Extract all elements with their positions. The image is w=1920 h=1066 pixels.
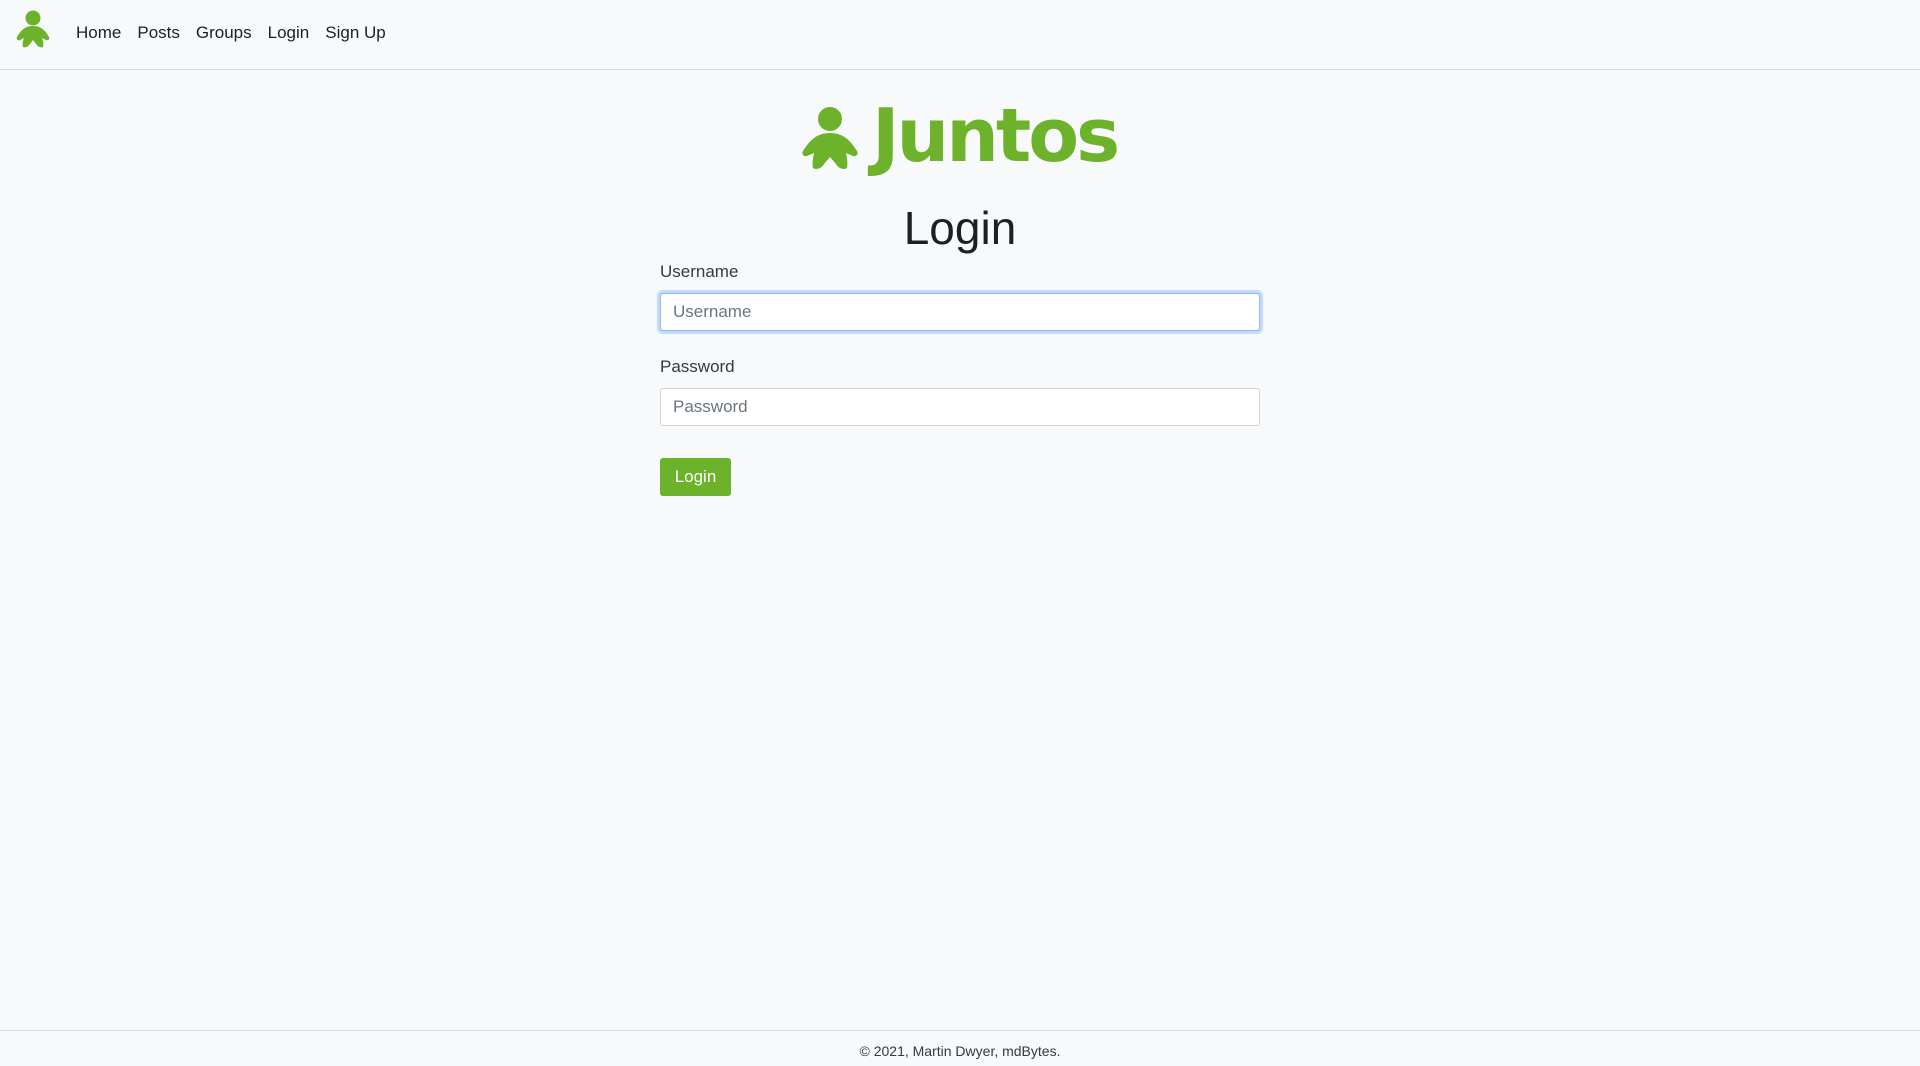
page-title: Login bbox=[903, 202, 1017, 254]
nav-link-home[interactable]: Home bbox=[76, 0, 129, 66]
username-label: Username bbox=[660, 262, 739, 281]
nav-link-posts[interactable]: Posts bbox=[129, 0, 188, 66]
footer: © 2021, Martin Dwyer, mdBytes. bbox=[0, 1030, 1920, 1066]
brand-name: Juntos bbox=[872, 93, 1120, 179]
nav-links: Home Posts Groups Login Sign Up bbox=[76, 0, 394, 66]
password-input[interactable] bbox=[660, 388, 1260, 426]
password-label: Password bbox=[660, 357, 735, 376]
username-input[interactable] bbox=[660, 293, 1260, 331]
copyright-text: © 2021, Martin Dwyer, mdBytes. bbox=[859, 1043, 1061, 1059]
login-form: Username Password bbox=[660, 262, 1260, 426]
juntos-person-icon[interactable] bbox=[15, 10, 51, 48]
juntos-person-icon bbox=[802, 107, 858, 169]
nav-link-login[interactable]: Login bbox=[260, 0, 318, 66]
navbar: Home Posts Groups Login Sign Up bbox=[0, 0, 1920, 70]
nav-link-groups[interactable]: Groups bbox=[188, 0, 260, 66]
brand-logo: Juntos bbox=[800, 96, 1120, 176]
nav-link-sign-up[interactable]: Sign Up bbox=[317, 0, 393, 66]
login-button[interactable]: Login bbox=[660, 458, 731, 496]
